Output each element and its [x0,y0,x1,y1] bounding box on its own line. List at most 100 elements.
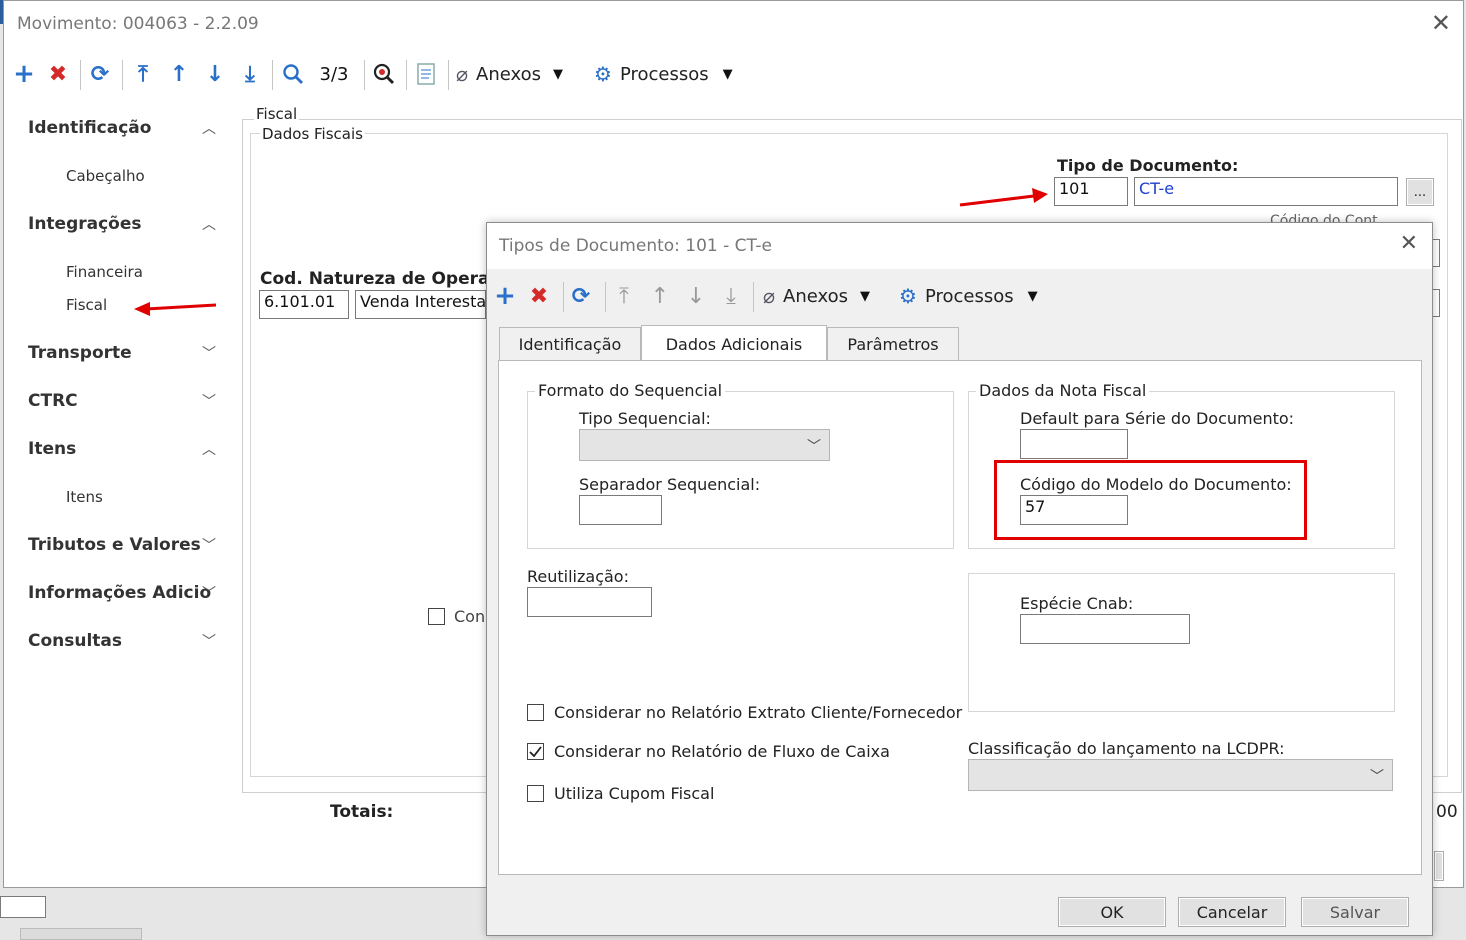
totals-value: 00 [1436,802,1458,822]
last-record-icon[interactable]: ⤓ [235,52,265,96]
cancel-button[interactable]: Cancelar [1178,897,1286,927]
sequence-format-label: Formato do Sequencial [535,381,726,400]
toolbar-separator [364,60,365,90]
chevron-up-icon[interactable]: ︿ [202,439,216,459]
toolbar-separator [122,60,123,90]
chevron-down-icon[interactable]: ﹀ [202,343,216,363]
reuse-label: Reutilização: [527,567,629,586]
invoice-data-label: Dados da Nota Fiscal [976,381,1150,400]
sequence-separator-field[interactable] [579,495,662,525]
toolbar-separator [406,60,407,90]
dialog-attachments-menu[interactable]: ⌀ Anexos ▼ [763,274,883,318]
bottom-right-button[interactable] [1434,851,1444,881]
main-titlebar: Movimento: 004063 - 2.2.09 ✕ [4,1,1463,47]
add-icon[interactable]: + [489,274,521,318]
tab-identificacao[interactable]: Identificação [499,327,641,360]
first-record-icon[interactable]: ⤒ [128,52,158,96]
extract-report-checkbox[interactable] [527,704,544,721]
add-icon[interactable]: + [8,52,40,96]
lcdpr-label: Classificação do lançamento na LCDPR: [968,739,1285,758]
delete-icon[interactable]: ✖ [523,274,555,318]
reuse-field[interactable] [527,587,652,617]
dialog-processes-label: Processos [924,285,1014,307]
chevron-down-icon[interactable]: ﹀ [202,391,216,411]
default-series-field[interactable] [1020,429,1128,459]
gear-icon: ⚙ [594,62,612,86]
save-button[interactable]: Salvar [1301,897,1409,927]
extract-report-label: Considerar no Relatório Extrato Cliente/… [554,703,963,722]
checkmark-icon [529,746,542,758]
lcdpr-select[interactable]: ﹀ [968,759,1393,791]
main-close-button[interactable]: ✕ [1431,9,1451,37]
sidebar-section-ctrc[interactable]: CTRC [28,391,78,411]
processes-menu[interactable]: ⚙ Processos ▼ [594,52,754,96]
sidebar-section-itens[interactable]: Itens [28,439,76,459]
dropdown-arrow-icon: ▼ [1027,288,1038,304]
chevron-down-icon[interactable]: ﹀ [202,535,216,555]
last-record-icon[interactable]: ⤓ [716,274,746,318]
nature-code-field[interactable]: 6.101.01 [259,290,349,319]
attachments-menu[interactable]: ⌀ Anexos ▼ [456,52,576,96]
cnab-field[interactable] [1020,614,1190,644]
sidebar-item-cabecalho[interactable]: Cabeçalho [66,167,145,185]
tab-dados-adicionais[interactable]: Dados Adicionais [641,325,827,363]
cash-flow-checkbox[interactable] [527,743,544,760]
cash-flow-label: Considerar no Relatório de Fluxo de Caix… [554,742,890,761]
sequence-separator-label: Separador Sequencial: [579,475,761,494]
next-record-icon[interactable]: ↓ [200,52,230,96]
sidebar-item-financeira[interactable]: Financeira [66,263,143,281]
chevron-up-icon[interactable]: ︿ [202,118,216,138]
paperclip-icon: ⌀ [456,62,469,86]
doc-type-label: Tipo de Documento: [1057,156,1239,175]
nature-of-operation-label: Cod. Natureza de Operaçã [260,269,486,289]
chevron-down-icon[interactable]: ﹀ [202,583,216,603]
default-series-label: Default para Série do Documento: [1020,409,1295,428]
search-icon[interactable] [278,52,308,96]
advanced-search-icon[interactable] [368,52,400,96]
sequence-type-select[interactable]: ﹀ [579,429,830,461]
doc-type-lookup-button[interactable]: ... [1406,178,1434,206]
chevron-down-icon[interactable]: ﹀ [202,631,216,651]
toolbar-separator [563,282,564,312]
previous-record-icon[interactable]: ↑ [164,52,194,96]
fiscal-coupon-checkbox[interactable] [527,785,544,802]
report-icon[interactable] [410,52,442,96]
refresh-icon[interactable]: ⟳ [84,52,116,96]
sidebar-item-fiscal[interactable]: Fiscal [66,296,107,314]
sidebar-section-transporte[interactable]: Transporte [28,343,132,363]
delete-icon[interactable]: ✖ [42,52,74,96]
dialog-close-button[interactable]: ✕ [1400,231,1418,256]
sidebar-item-itens[interactable]: Itens [66,488,103,506]
chevron-down-icon: ﹀ [1370,769,1384,785]
sidebar-section-tributos[interactable]: Tributos e Valores [28,535,201,555]
ok-button[interactable]: OK [1058,897,1166,927]
doc-type-code-field[interactable]: 101 [1054,177,1128,206]
dropdown-arrow-icon: ▼ [553,66,564,82]
dialog-processes-menu[interactable]: ⚙ Processos ▼ [899,274,1059,318]
desktop-edge [0,0,3,24]
next-record-icon[interactable]: ↓ [681,274,711,318]
partial-checkbox[interactable] [428,608,445,625]
first-record-icon[interactable]: ⤒ [609,274,639,318]
status-tab[interactable] [20,928,142,940]
sidebar-section-identificacao[interactable]: Identificação [28,118,151,138]
refresh-icon[interactable]: ⟳ [565,274,597,318]
sidebar-section-informacoes[interactable]: Informações Adicio [28,583,211,603]
chevron-down-icon: ﹀ [807,439,821,455]
status-field[interactable] [0,896,46,918]
toolbar-separator [272,60,273,90]
sidebar-section-integracoes[interactable]: Integrações [28,214,142,234]
processes-label: Processos [619,63,709,85]
doc-type-name-field[interactable]: CT-e [1134,177,1398,206]
nature-desc-field[interactable]: Venda Interestadu [355,290,486,319]
fiscal-section-label: Fiscal [254,105,300,123]
annotation-arrow-doc-type [959,188,1048,207]
main-window-title: Movimento: 004063 - 2.2.09 [17,14,259,34]
tab-parametros[interactable]: Parâmetros [827,327,959,360]
toolbar-separator [448,60,449,90]
sidebar-section-consultas[interactable]: Consultas [28,631,122,651]
previous-record-icon[interactable]: ↑ [645,274,675,318]
chevron-up-icon[interactable]: ︿ [202,214,216,234]
totals-label: Totais: [330,802,394,822]
dialog-toolbar: + ✖ ⟳ ⤒ ↑ ↓ ⤓ ⌀ Anexos ▼ ⚙ Processos ▼ [487,274,1432,318]
